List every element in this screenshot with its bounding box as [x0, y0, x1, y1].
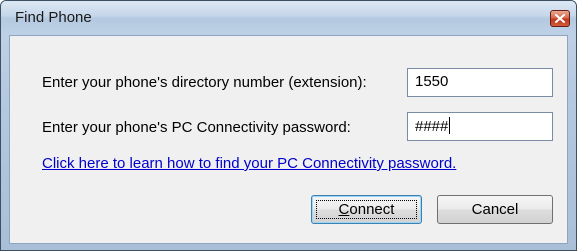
directory-number-value: 1550	[415, 73, 449, 90]
text-caret	[449, 117, 451, 134]
cancel-button[interactable]: Cancel	[437, 195, 553, 224]
password-value: ####	[415, 118, 449, 135]
title-bar[interactable]: Find Phone	[1, 1, 576, 33]
connect-label: onnect	[349, 201, 395, 218]
help-password-link[interactable]: Click here to learn how to find your PC …	[42, 155, 456, 172]
directory-number-input[interactable]: 1550	[407, 68, 553, 97]
connect-button[interactable]: Connect	[311, 195, 422, 224]
find-phone-dialog: Find Phone Enter your phone's directory …	[0, 0, 577, 251]
connect-accelerator: C	[338, 201, 350, 218]
directory-number-label: Enter your phone's directory number (ext…	[42, 74, 367, 91]
close-button[interactable]	[550, 10, 570, 27]
window-title: Find Phone	[15, 9, 92, 26]
password-input[interactable]: ####	[407, 112, 553, 141]
dialog-body: Enter your phone's directory number (ext…	[9, 35, 568, 244]
close-icon	[555, 14, 565, 23]
password-label: Enter your phone's PC Connectivity passw…	[42, 119, 351, 136]
